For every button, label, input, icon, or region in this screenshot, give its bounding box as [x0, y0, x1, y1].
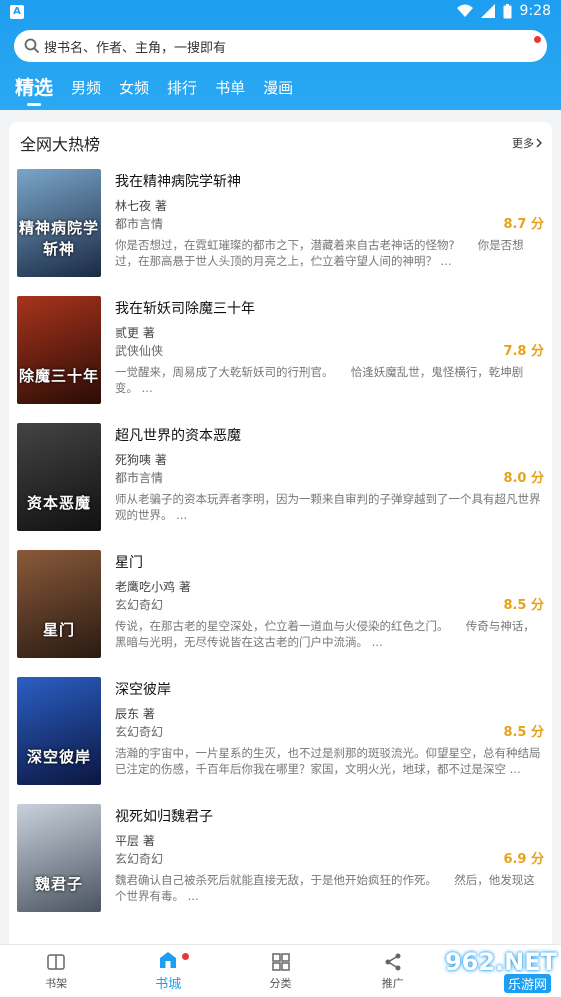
- book-genre: 都市言情: [115, 471, 164, 485]
- tab-featured[interactable]: 精选: [15, 73, 53, 106]
- tab-comics[interactable]: 漫画: [263, 77, 293, 106]
- book-genre: 都市言情: [115, 217, 164, 231]
- nav-bookshelf-label: 书架: [45, 976, 68, 990]
- book-cover[interactable]: 星门: [17, 550, 101, 658]
- book-description: 魏君确认自己被杀死后就能直接无敌，于是他开始疯狂的作死。 然后，他发现这个世界有…: [115, 873, 535, 903]
- book-author: 平层 著: [115, 834, 155, 848]
- cover-title: 资本恶魔: [26, 494, 91, 512]
- more-label: 更多: [512, 137, 534, 150]
- cover-title: 除魔三十年: [18, 367, 99, 385]
- book-score: 8.0 分: [503, 471, 544, 486]
- book-author: 老鹰吃小鸡 著: [115, 580, 191, 594]
- book-title[interactable]: 深空彼岸: [115, 679, 171, 699]
- book-cover[interactable]: 精神病院学斩神: [17, 169, 101, 277]
- nav-bookstore-label: 书城: [155, 977, 182, 992]
- notification-dot: [534, 36, 541, 43]
- hot-ranking-card: 全网大热榜 更多 精神病院学斩神 我在精神病院学斩神林七夜 著都市言情 8.7 分你…: [9, 122, 552, 962]
- chevron-right-icon: [536, 138, 542, 148]
- nav-promote[interactable]: 推广: [337, 945, 449, 997]
- book-cover[interactable]: 除魔三十年: [17, 296, 101, 404]
- book-item[interactable]: 精神病院学斩神 我在精神病院学斩神林七夜 著都市言情 8.7 分你是否想过，在霓虹璀…: [17, 169, 544, 279]
- tab-female[interactable]: 女频: [119, 77, 149, 106]
- cover-title: 精神病院学斩神: [18, 219, 99, 258]
- more-link[interactable]: 更多: [512, 135, 542, 151]
- grid-icon: [271, 952, 290, 971]
- book-cover[interactable]: 魏君子: [17, 804, 101, 912]
- book-icon: [47, 953, 65, 970]
- book-genre: 玄幻奇幻: [115, 852, 164, 866]
- tab-ranking[interactable]: 排行: [167, 77, 197, 106]
- book-title[interactable]: 星门: [115, 552, 143, 572]
- book-item[interactable]: 星门 星门 老鹰吃小鸡 著玄幻奇幻 8.5 分传说，在那古老的星空深处，伫立着一道血与…: [17, 550, 544, 660]
- book-title[interactable]: 视死如归魏君子: [115, 806, 213, 826]
- section-title: 全网大热榜: [20, 135, 101, 154]
- book-item[interactable]: 除魔三十年 我在斩妖司除魔三十年贰更 著武侠仙侠 7.8 分一觉醒来，周易成了大乾斩…: [17, 296, 544, 406]
- book-author: 林七夜 著: [115, 199, 167, 213]
- book-cover[interactable]: 资本恶魔: [17, 423, 101, 531]
- book-score: 8.7 分: [503, 217, 544, 232]
- watermark-subtext: 乐游网: [503, 974, 551, 993]
- book-score: 6.9 分: [503, 852, 544, 867]
- book-genre: 玄幻奇幻: [115, 598, 164, 612]
- search-icon: [24, 38, 40, 54]
- nav-bookstore[interactable]: 书城: [112, 945, 224, 997]
- category-tabs: 精选 男频 女频 排行 书单 漫画: [0, 72, 293, 106]
- battery-icon: [503, 3, 512, 18]
- book-title[interactable]: 我在精神病院学斩神: [115, 171, 241, 191]
- book-score: 8.5 分: [503, 598, 544, 613]
- clock: 9:28: [519, 3, 551, 19]
- book-description: 你是否想过，在霓虹璀璨的都市之下，潜藏着来自古老神话的怪物? 你是否想过，在那高…: [115, 238, 524, 268]
- book-description: 师从老骗子的资本玩弄者李明，因为一颗来自审判的子弹穿越到了一个具有超凡世界观的世…: [115, 492, 541, 522]
- book-score: 7.8 分: [503, 344, 544, 359]
- book-genre: 玄幻奇幻: [115, 725, 164, 739]
- nav-promote-label: 推广: [381, 976, 404, 990]
- watermark-text: 962.NET: [444, 948, 557, 976]
- book-description: 一觉醒来，周易成了大乾斩妖司的行刑官。 恰逢妖魔乱世，鬼怪横行，乾坤剧变。 ..…: [115, 365, 524, 395]
- book-cover[interactable]: 深空彼岸: [17, 677, 101, 785]
- home-icon: [160, 952, 177, 968]
- search-placeholder: 搜书名、作者、主角，一搜即有: [44, 40, 227, 56]
- cover-title: 魏君子: [34, 875, 83, 893]
- share-icon: [385, 953, 401, 970]
- book-item[interactable]: 资本恶魔 超凡世界的资本恶魔死狗咦 著都市言情 8.0 分师从老骗子的资本玩弄者李明…: [17, 423, 544, 533]
- cover-title: 深空彼岸: [26, 748, 91, 766]
- book-title[interactable]: 超凡世界的资本恶魔: [115, 425, 241, 445]
- nav-category[interactable]: 分类: [224, 945, 336, 997]
- book-author: 辰东 著: [115, 707, 155, 721]
- book-author: 贰更 著: [115, 326, 155, 340]
- nav-bookshelf[interactable]: 书架: [0, 945, 112, 997]
- signal-icon: [480, 4, 495, 18]
- book-item[interactable]: 魏君子 视死如归魏君子平层 著玄幻奇幻 6.9 分魏君确认自己被杀死后就能直接无敌，…: [17, 804, 544, 914]
- search-bar[interactable]: 搜书名、作者、主角，一搜即有: [14, 30, 547, 62]
- tab-male[interactable]: 男频: [71, 77, 101, 106]
- card-header: 全网大热榜 更多: [9, 122, 552, 164]
- book-title[interactable]: 我在斩妖司除魔三十年: [115, 298, 255, 318]
- nav-notification-dot: [181, 953, 189, 960]
- app-badge-icon: A: [10, 5, 24, 19]
- book-description: 传说，在那古老的星空深处，伫立着一道血与火侵染的红色之门。 传奇与神话，黑暗与光…: [115, 619, 535, 649]
- status-bar: A 9:28: [0, 0, 561, 24]
- cover-title: 星门: [42, 621, 75, 639]
- tab-booklist[interactable]: 书单: [215, 77, 245, 106]
- wifi-icon: [456, 4, 473, 17]
- book-author: 死狗咦 著: [115, 453, 167, 467]
- watermark-logo: 962.NET 乐游网: [444, 948, 557, 993]
- book-genre: 武侠仙侠: [115, 344, 164, 358]
- book-item[interactable]: 深空彼岸 深空彼岸 辰东 著玄幻奇幻 8.5 分浩瀚的宇宙中，一片星系的生灭，也不过是…: [17, 677, 544, 787]
- book-description: 浩瀚的宇宙中，一片星系的生灭，也不过是刹那的斑驳流光。仰望星空，总有种结局已注定…: [115, 746, 541, 776]
- book-score: 8.5 分: [503, 725, 544, 740]
- nav-category-label: 分类: [269, 976, 292, 990]
